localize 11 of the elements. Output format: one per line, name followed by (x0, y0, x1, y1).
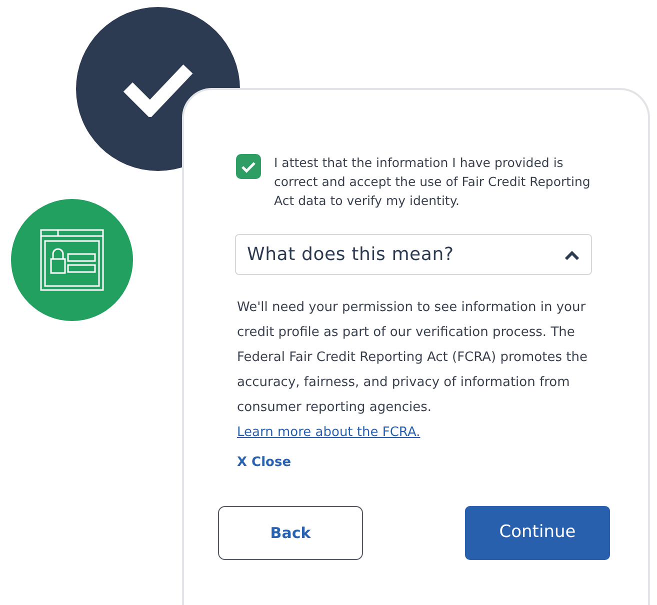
chevron-icon (564, 250, 580, 260)
close-link[interactable]: X Close (237, 453, 292, 472)
consent-checkbox[interactable] (236, 154, 261, 179)
browser-lock-icon (40, 229, 104, 291)
continue-button[interactable]: Continue (465, 506, 610, 560)
accordion-header[interactable]: What does this mean? (235, 234, 592, 275)
fcra-link[interactable]: Learn more about the FCRA. (237, 420, 420, 445)
explanation-text: We'll need your permission to see information in your credit profile as part of our verification process. The Federal Fair Credit Reporting Act (FCRA) promotes the accuracy, fairness, and privacy of information from consumer reporting agencies. (237, 299, 588, 417)
consent-text: I attest that the information I have provided is correct and accept the use of Fair Credit Reporting Act data to verify my identity. (274, 154, 592, 210)
back-button[interactable]: Back (218, 506, 363, 560)
check-icon (241, 160, 256, 172)
